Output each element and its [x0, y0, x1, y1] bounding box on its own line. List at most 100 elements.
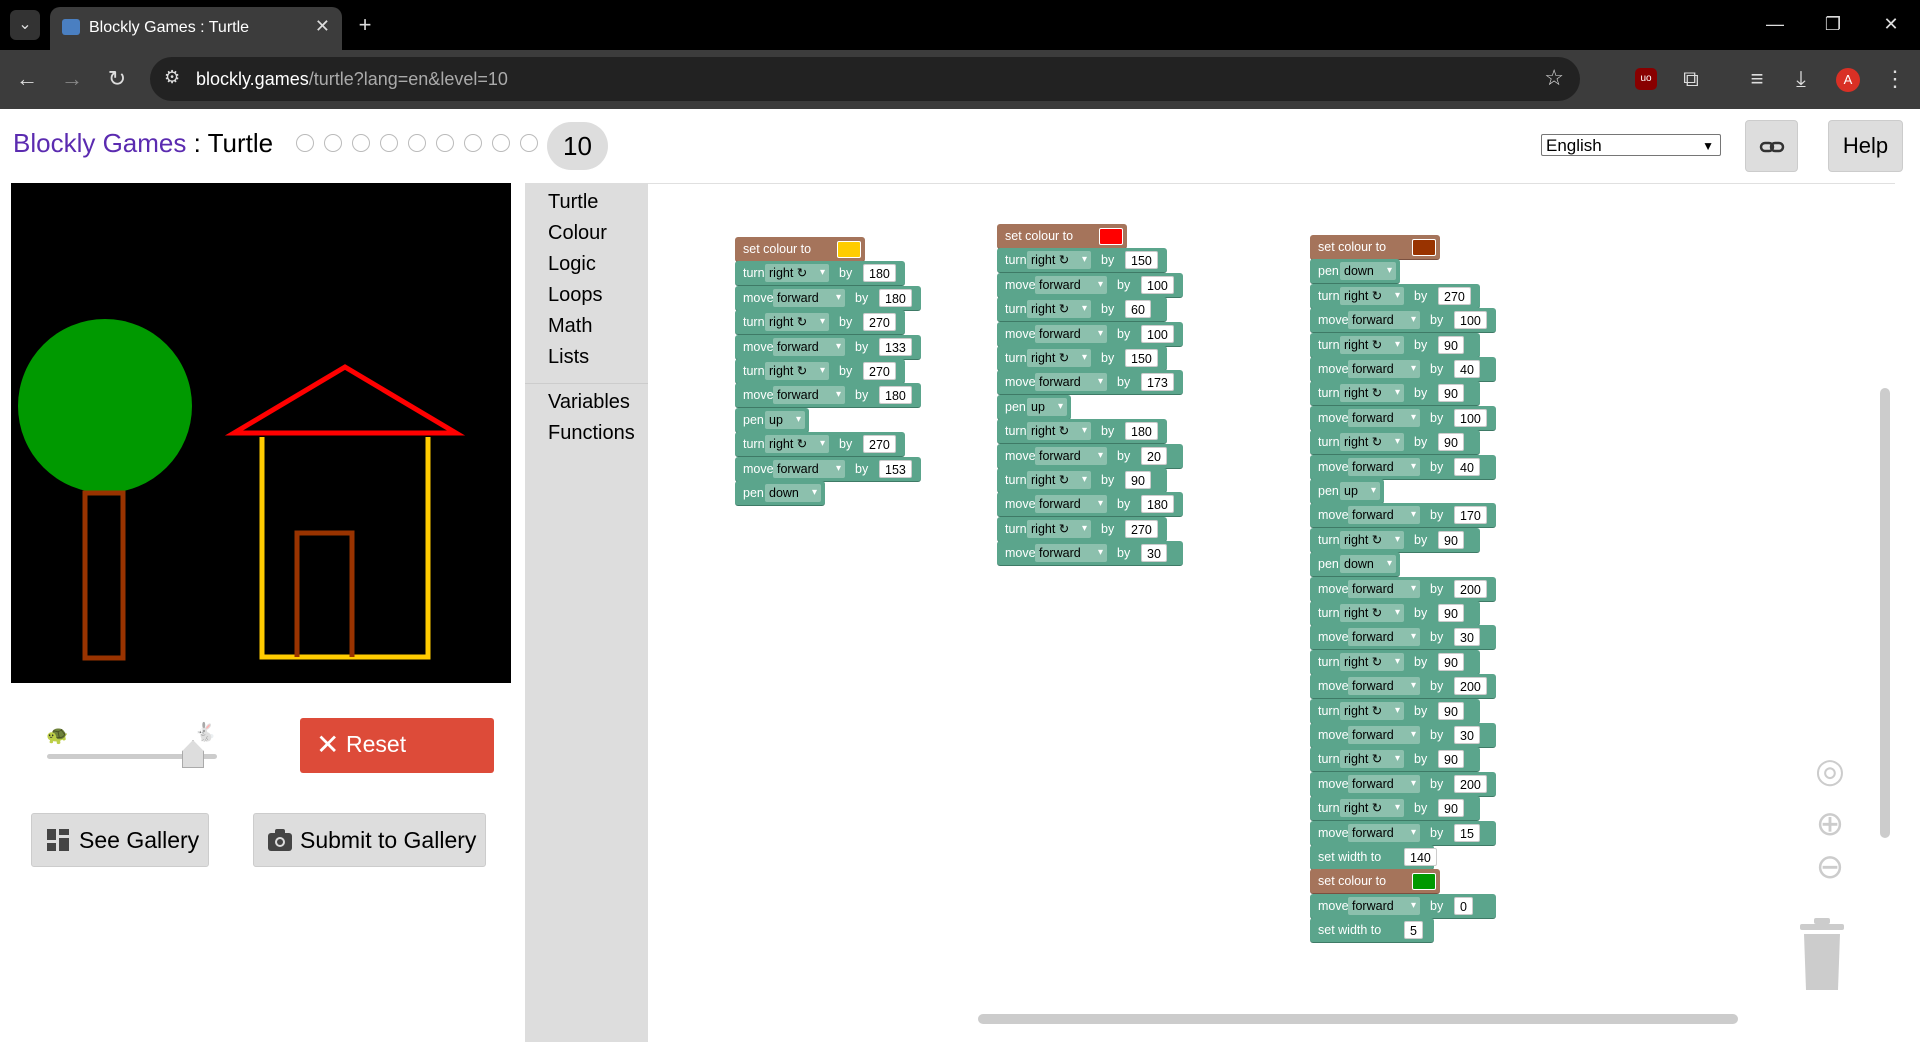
block-move[interactable]: moveforward by 30	[997, 541, 1183, 567]
number-input[interactable]: 200	[1454, 579, 1487, 598]
tab-search-icon[interactable]: ⌄	[10, 10, 40, 40]
block-turn[interactable]: turnright ↻ by 60	[997, 297, 1167, 323]
number-input[interactable]: 100	[1141, 324, 1174, 343]
block-pen[interactable]: pen up	[997, 394, 1071, 420]
block-move[interactable]: moveforward by 200	[1310, 674, 1496, 700]
see-gallery-button[interactable]: See Gallery	[31, 813, 209, 867]
move-dropdown[interactable]: forward	[1348, 457, 1420, 476]
block-move[interactable]: moveforward by 180	[735, 285, 921, 311]
toolbox-category-lists[interactable]: Lists	[548, 346, 589, 369]
toolbox-category-variables[interactable]: Variables	[548, 391, 630, 414]
block-set-colour[interactable]: set colour to	[1310, 869, 1440, 895]
move-dropdown[interactable]: forward	[1348, 360, 1420, 378]
back-icon[interactable]: ←	[12, 64, 42, 94]
zoom-in-icon[interactable]: ⊕	[1810, 804, 1850, 844]
direction-dropdown[interactable]: right ↻	[765, 362, 829, 380]
move-dropdown[interactable]: forward	[1035, 544, 1107, 563]
number-input[interactable]: 100	[1141, 275, 1174, 294]
pen-dropdown[interactable]: down	[1340, 262, 1396, 281]
level-dot-6[interactable]	[436, 134, 454, 152]
vertical-scrollbar[interactable]	[1880, 388, 1890, 838]
block-turn[interactable]: turnright ↻ by 180	[735, 261, 905, 287]
number-input[interactable]: 270	[863, 362, 896, 380]
extensions-puzzle-icon[interactable]: ⧉	[1676, 64, 1706, 94]
block-move[interactable]: moveforward by 180	[997, 492, 1183, 518]
block-turn[interactable]: turnright ↻ by 180	[997, 419, 1167, 445]
number-input[interactable]: 90	[1438, 750, 1464, 769]
number-input[interactable]: 90	[1438, 652, 1464, 671]
move-dropdown[interactable]: forward	[1348, 774, 1420, 793]
media-control-icon[interactable]: ≡	[1742, 64, 1772, 94]
number-input[interactable]: 90	[1438, 530, 1464, 549]
number-input[interactable]: 180	[1141, 495, 1174, 514]
number-input[interactable]: 40	[1454, 360, 1480, 378]
move-dropdown[interactable]: forward	[1035, 324, 1107, 343]
language-select[interactable]: English ▼	[1541, 134, 1721, 156]
number-input[interactable]: 30	[1141, 544, 1167, 563]
direction-dropdown[interactable]: right ↻	[765, 313, 829, 332]
number-input[interactable]: 100	[1454, 408, 1487, 427]
block-move[interactable]: moveforward by 153	[735, 456, 921, 482]
level-dot-4[interactable]	[380, 134, 398, 152]
block-move[interactable]: moveforward by 200	[1310, 576, 1496, 602]
width-input[interactable]: 140	[1404, 848, 1437, 866]
move-dropdown[interactable]: forward	[1348, 823, 1420, 842]
direction-dropdown[interactable]: right ↻	[1340, 701, 1404, 720]
block-pen[interactable]: pen down	[735, 481, 825, 506]
direction-dropdown[interactable]: right ↻	[1027, 349, 1091, 367]
horizontal-scrollbar[interactable]	[978, 1014, 1738, 1024]
move-dropdown[interactable]: forward	[1035, 446, 1107, 465]
block-width[interactable]: set width to 140	[1310, 845, 1437, 870]
restore-icon[interactable]: ❐	[1818, 9, 1848, 39]
level-dot-8[interactable]	[492, 134, 510, 152]
move-dropdown[interactable]: forward	[1035, 495, 1107, 514]
block-move[interactable]: moveforward by 100	[1310, 308, 1496, 334]
block-turn[interactable]: turnright ↻ by 90	[997, 468, 1167, 493]
colour-swatch[interactable]	[1099, 228, 1123, 245]
zoom-out-icon[interactable]: ⊖	[1810, 847, 1850, 887]
pen-dropdown[interactable]: up	[1027, 397, 1067, 416]
reload-icon[interactable]: ↻	[102, 64, 132, 94]
speed-slider[interactable]: 🐢 🐇	[42, 718, 222, 768]
block-move[interactable]: moveforward by 20	[997, 443, 1183, 469]
current-level-badge[interactable]: 10	[547, 122, 608, 170]
block-pen[interactable]: pen up	[735, 407, 809, 433]
pen-dropdown[interactable]: down	[1340, 555, 1396, 574]
direction-dropdown[interactable]: right ↻	[1340, 335, 1404, 354]
pen-dropdown[interactable]: down	[765, 484, 821, 502]
number-input[interactable]: 90	[1438, 701, 1464, 720]
number-input[interactable]: 60	[1125, 300, 1151, 319]
number-input[interactable]: 30	[1454, 628, 1480, 647]
block-pen[interactable]: pen down	[1310, 552, 1400, 578]
level-dot-2[interactable]	[324, 134, 342, 152]
block-turn[interactable]: turnright ↻ by 270	[735, 310, 905, 336]
move-dropdown[interactable]: forward	[1348, 896, 1420, 915]
direction-dropdown[interactable]: right ↻	[1340, 799, 1404, 818]
block-pen[interactable]: pen up	[1310, 479, 1384, 504]
toolbox-category-turtle[interactable]: Turtle	[548, 191, 598, 214]
block-turn[interactable]: turnright ↻ by 90	[1310, 601, 1480, 626]
number-input[interactable]: 150	[1125, 349, 1158, 367]
direction-dropdown[interactable]: right ↻	[1027, 422, 1091, 441]
recenter-icon[interactable]: ◎	[1810, 751, 1850, 791]
block-move[interactable]: moveforward by 40	[1310, 357, 1496, 382]
browser-tab[interactable]: Blockly Games : Turtle ✕	[50, 7, 342, 50]
ublock-extension-icon[interactable]: uo	[1635, 68, 1657, 90]
help-button[interactable]: Help	[1828, 120, 1903, 172]
level-dot-7[interactable]	[464, 134, 482, 152]
direction-dropdown[interactable]: right ↻	[1027, 251, 1091, 270]
block-set-colour[interactable]: set colour to	[997, 224, 1127, 249]
pen-dropdown[interactable]: up	[765, 410, 805, 429]
block-move[interactable]: moveforward by 100	[997, 321, 1183, 347]
number-input[interactable]: 90	[1125, 471, 1151, 489]
number-input[interactable]: 180	[879, 288, 912, 307]
block-move[interactable]: moveforward by 30	[1310, 625, 1496, 651]
number-input[interactable]: 90	[1438, 433, 1464, 452]
block-move[interactable]: moveforward by 170	[1310, 503, 1496, 529]
block-turn[interactable]: turnright ↻ by 90	[1310, 381, 1480, 407]
number-input[interactable]: 180	[879, 386, 912, 405]
reset-button[interactable]: ✕ Reset	[300, 718, 494, 773]
toolbox-category-loops[interactable]: Loops	[548, 284, 603, 307]
direction-dropdown[interactable]: right ↻	[765, 264, 829, 283]
number-input[interactable]: 150	[1125, 251, 1158, 270]
